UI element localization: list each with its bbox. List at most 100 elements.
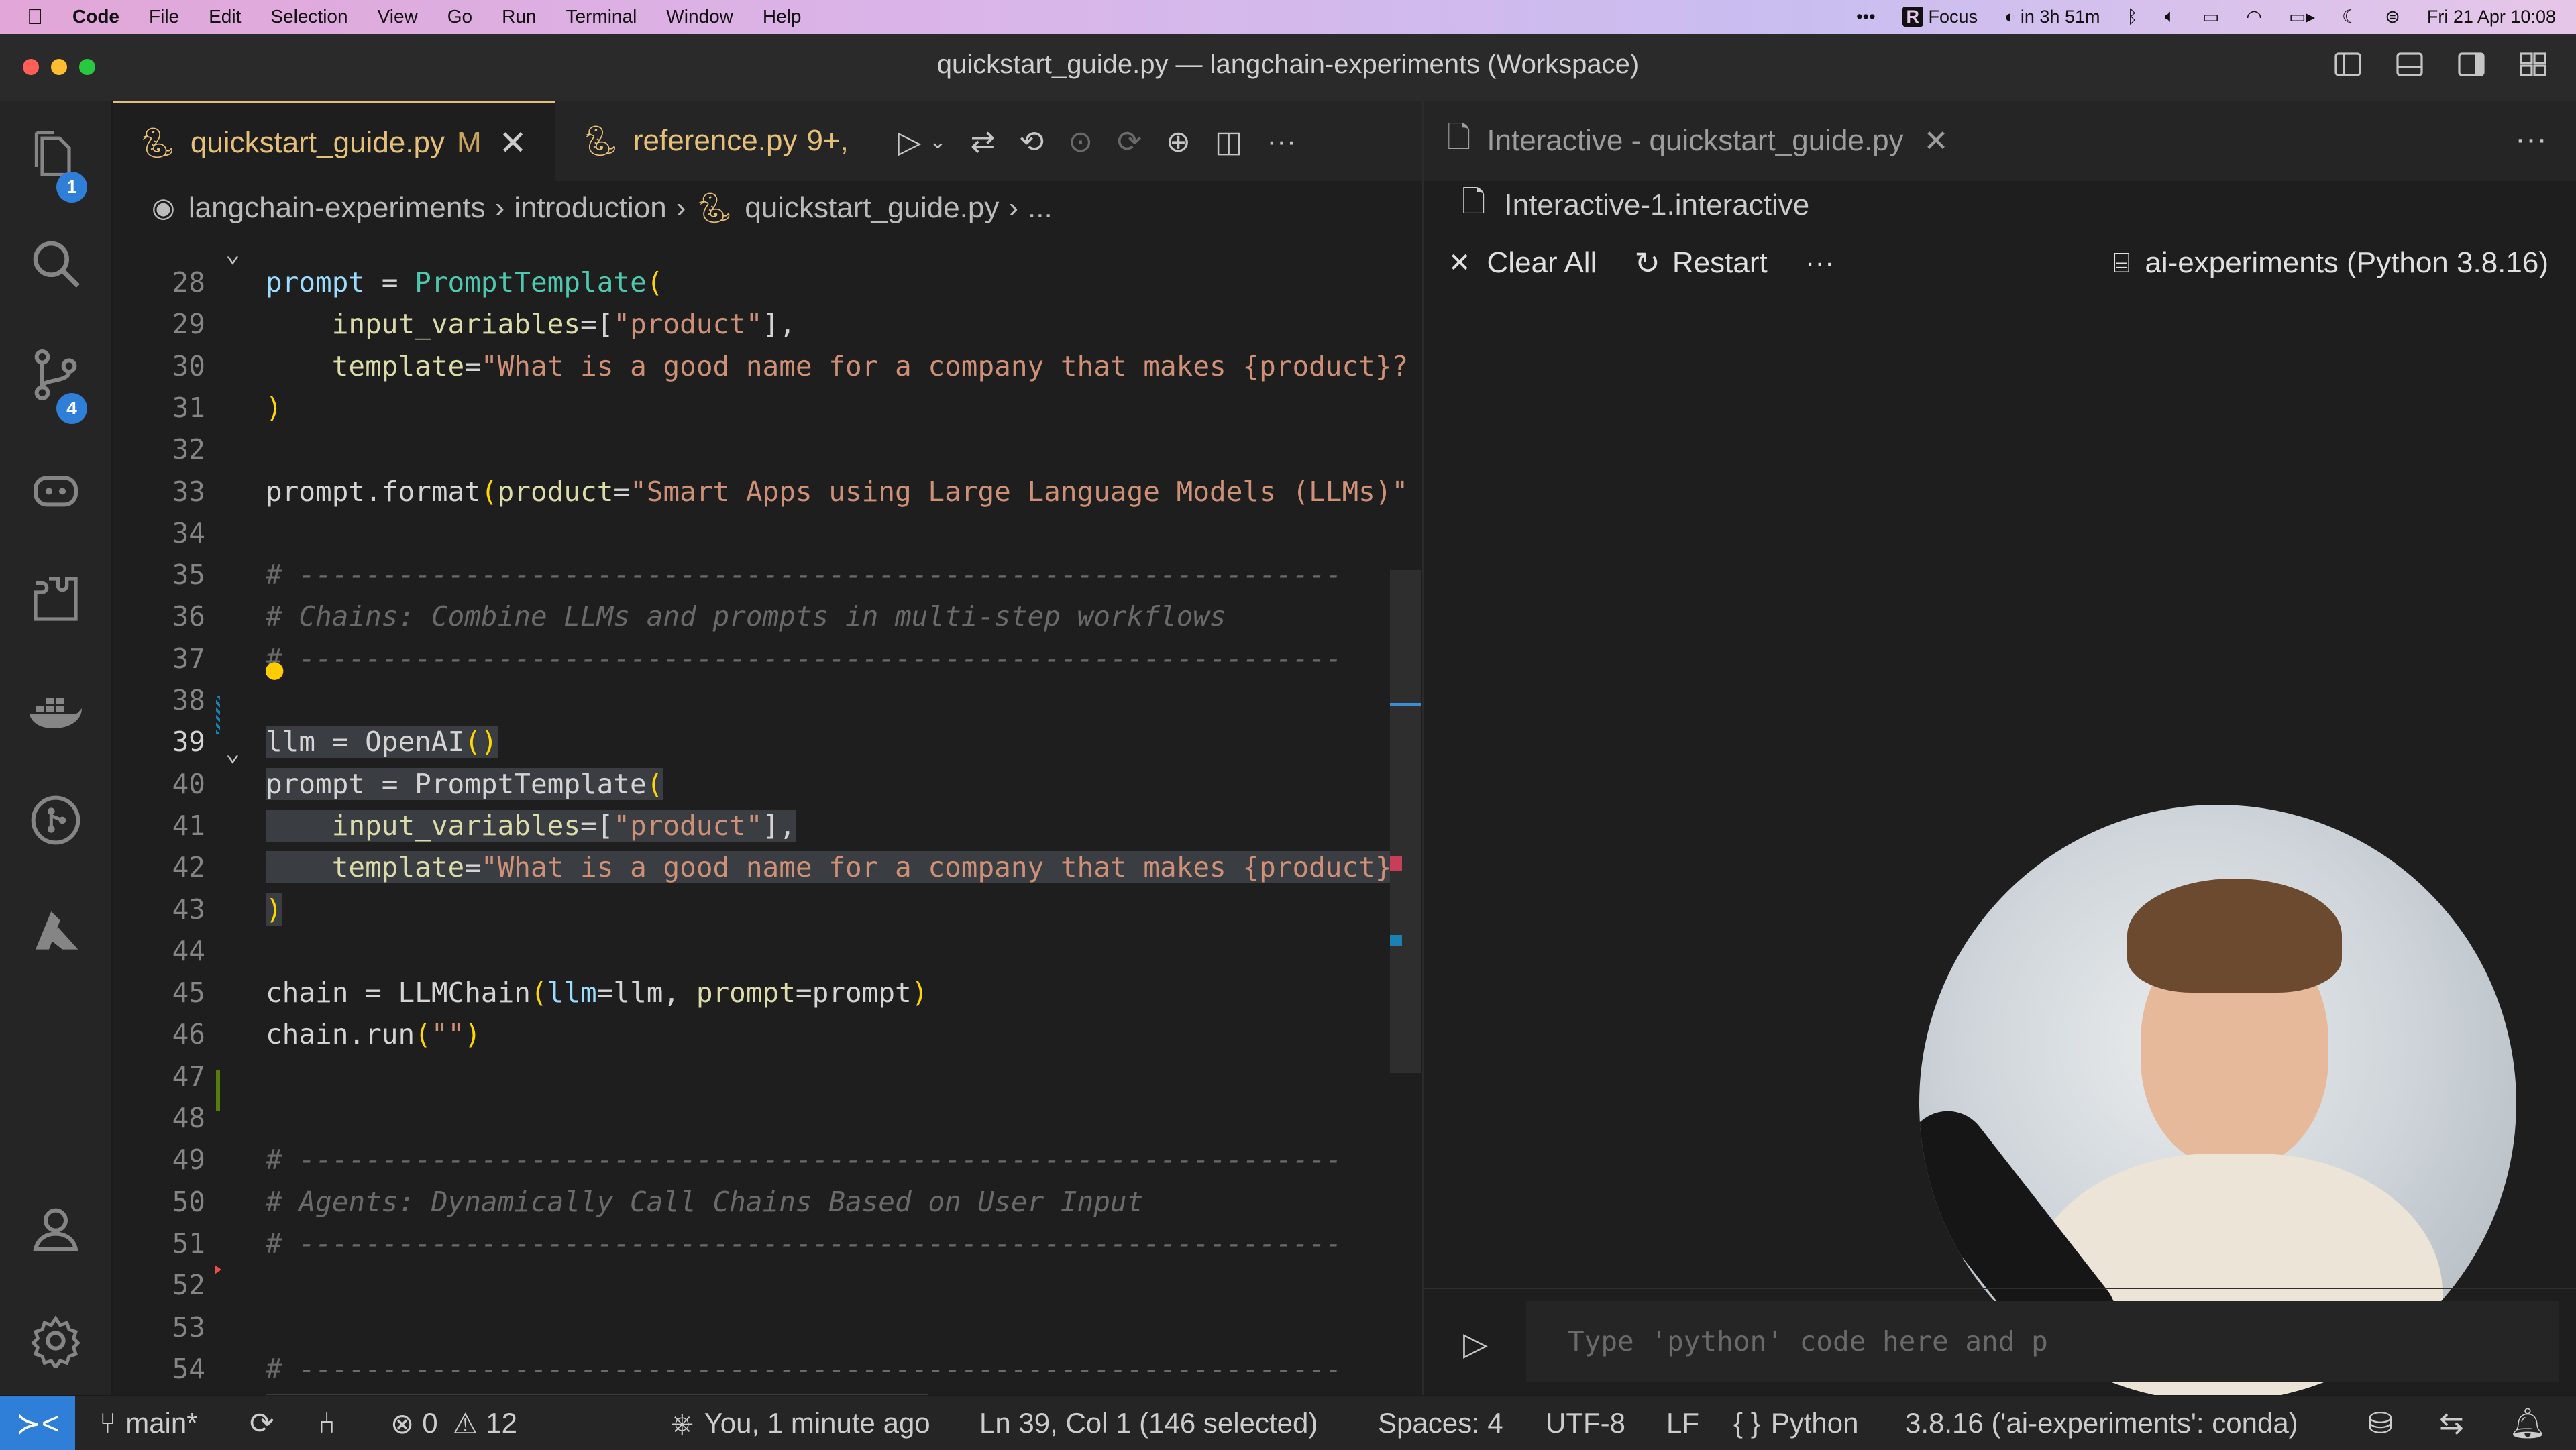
code-line[interactable]: 40 prompt = PromptTemplate( xyxy=(113,763,1422,805)
breadcrumb-symbol[interactable]: ... xyxy=(1028,191,1053,225)
cursor-position[interactable]: Ln 39, Col 1 (146 selected) xyxy=(979,1396,1318,1450)
focus-item[interactable]: R Focus xyxy=(1902,6,1978,27)
branch-status[interactable]: ⑂ main* xyxy=(99,1396,198,1450)
indentation-status[interactable]: Spaces: 4 xyxy=(1378,1396,1503,1450)
code-line[interactable]: 44 xyxy=(113,930,1422,972)
menu-file[interactable]: File xyxy=(149,6,179,27)
code-line[interactable]: 37 # ------------------------------------… xyxy=(113,638,1422,679)
gitlens-icon[interactable]: ⊕ xyxy=(1166,125,1191,159)
code-line[interactable]: 48 xyxy=(113,1097,1422,1139)
kernel-picker[interactable]: ai-experiments (Python 3.8.16) xyxy=(2145,246,2548,280)
run-python-icon[interactable]: ▷ xyxy=(898,123,921,160)
code-line[interactable]: 51 # ------------------------------------… xyxy=(113,1223,1422,1264)
breadcrumb-root[interactable]: langchain-experiments xyxy=(189,191,486,225)
fold-chevron-icon[interactable]: ⌄ xyxy=(225,240,240,268)
tab-quickstart-guide[interactable]: 🐍︎ quickstart_guide.py M ✕ xyxy=(113,101,555,183)
toggle-primary-sidebar-icon[interactable] xyxy=(2332,48,2364,80)
tab-interactive[interactable]: 🗋 Interactive - quickstart_guide.py ✕ xyxy=(1424,101,2008,181)
restart-button[interactable]: Restart xyxy=(1672,246,1768,280)
close-tab-icon[interactable]: ✕ xyxy=(1924,124,1949,158)
code-line[interactable]: 38 xyxy=(113,679,1422,721)
menu-run[interactable]: Run xyxy=(502,6,536,27)
control-center-icon[interactable]: ⊜ xyxy=(2385,7,2400,27)
timeline-dot-icon[interactable]: ⊙ xyxy=(1068,125,1093,159)
interpreter-status[interactable]: 3.8.16 ('ai-experiments': conda) xyxy=(1905,1396,2298,1450)
datetime[interactable]: Fri 21 Apr 10:08 xyxy=(2427,7,2556,27)
code-line[interactable]: 35 # ------------------------------------… xyxy=(113,554,1422,596)
toggle-secondary-sidebar-icon[interactable] xyxy=(2455,48,2487,80)
docker-icon[interactable] xyxy=(27,681,85,739)
code-line[interactable]: 29 input_variables=["product"], xyxy=(113,303,1422,345)
code-line[interactable]: 34 xyxy=(113,512,1422,554)
code-line[interactable]: 42 template="What is a good name for a c… xyxy=(113,846,1422,888)
code-line[interactable]: 32 xyxy=(113,429,1422,470)
clear-all-button[interactable]: Clear All xyxy=(1487,246,1597,280)
git-graph-icon[interactable] xyxy=(27,791,85,849)
battery-icon[interactable]: ▭▸ xyxy=(2289,7,2315,27)
go-back-icon[interactable]: ⟲ xyxy=(1019,125,1044,159)
menu-app-name[interactable]: Code xyxy=(72,6,119,27)
moon-icon[interactable]: ☾ xyxy=(2342,7,2358,27)
code-line[interactable]: 46 chain.run("") xyxy=(113,1013,1422,1055)
go-forward-icon[interactable]: ⟳ xyxy=(1117,125,1142,159)
interactive-file-label[interactable]: Interactive-1.interactive xyxy=(1504,188,1809,222)
more-actions-icon[interactable]: ··· xyxy=(2515,121,2547,158)
code-line[interactable]: 36 # Chains: Combine LLMs and prompts in … xyxy=(113,596,1422,637)
azure-icon[interactable] xyxy=(27,903,85,960)
code-line[interactable]: 33 prompt.format(product="Smart Apps usin… xyxy=(113,471,1422,512)
code-line[interactable]: 39 llm = OpenAI() xyxy=(113,721,1422,763)
menu-go[interactable]: Go xyxy=(447,6,472,27)
menu-window[interactable]: Window xyxy=(666,6,733,27)
encoding-status[interactable]: UTF-8 xyxy=(1546,1396,1625,1450)
database-icon[interactable]: ⛁ xyxy=(2368,1396,2393,1450)
eol-status[interactable]: LF xyxy=(1666,1396,1699,1450)
open-changes-icon[interactable]: ⇄ xyxy=(971,125,996,159)
code-editor[interactable]: 28 prompt = PromptTemplate(29 input_varia… xyxy=(113,235,1422,1427)
tab-reference[interactable]: 🐍︎ reference.py 9+, xyxy=(569,101,851,181)
wifi-icon[interactable]: ◠ xyxy=(2246,7,2262,27)
remote-indicator[interactable]: ≻< xyxy=(0,1396,75,1450)
lightbulb-icon[interactable]: ● xyxy=(266,652,284,686)
language-mode[interactable]: { } Python xyxy=(1733,1396,1859,1450)
code-line[interactable]: 41 input_variables=["product"], xyxy=(113,805,1422,846)
volume-icon[interactable]: 🔈︎ xyxy=(2165,6,2176,27)
customize-layout-icon[interactable] xyxy=(2517,48,2549,80)
menu-terminal[interactable]: Terminal xyxy=(566,6,637,27)
run-dropdown-chevron-icon[interactable]: ⌄ xyxy=(929,130,946,154)
accounts-icon[interactable] xyxy=(27,1201,85,1258)
toggle-panel-icon[interactable] xyxy=(2394,48,2426,80)
git-blame-status[interactable]: ⎈ You, 1 minute ago xyxy=(671,1396,930,1450)
menu-help[interactable]: Help xyxy=(763,6,802,27)
code-line[interactable]: 50 # Agents: Dynamically Call Chains Base… xyxy=(113,1181,1422,1223)
python-input-box[interactable]: Type 'python' code here and p xyxy=(1526,1301,2559,1382)
clear-all-icon[interactable]: ✕ xyxy=(1448,247,1471,278)
menu-view[interactable]: View xyxy=(378,6,418,27)
sync-icon[interactable]: ⟳ xyxy=(250,1396,274,1450)
close-tab-icon[interactable]: ✕ xyxy=(499,123,527,162)
git-graph-status-icon[interactable]: ⑃ xyxy=(318,1396,335,1450)
menu-edit[interactable]: Edit xyxy=(209,6,241,27)
code-line[interactable]: 45 chain = LLMChain(llm=llm, prompt=promp… xyxy=(113,972,1422,1013)
code-line[interactable]: 54 # ------------------------------------… xyxy=(113,1348,1422,1390)
code-line[interactable]: 47 xyxy=(113,1056,1422,1097)
notifications-bell-icon[interactable]: 🔔︎ xyxy=(2509,1396,2546,1450)
code-line[interactable]: 43) xyxy=(113,889,1422,930)
code-line[interactable]: 31) xyxy=(113,387,1422,429)
editor-scrollbar[interactable] xyxy=(1390,570,1421,1073)
more-actions-icon[interactable]: ··· xyxy=(1267,125,1296,158)
toolbar-more-button[interactable]: ··· xyxy=(1805,246,1835,280)
code-line[interactable]: 28 prompt = PromptTemplate( xyxy=(113,262,1422,303)
live-share-icon[interactable]: ⇆ xyxy=(2439,1396,2464,1450)
split-editor-icon[interactable]: ◫ xyxy=(1215,125,1243,159)
bluetooth-icon[interactable]: ᛒ xyxy=(2127,7,2137,27)
breadcrumb-folder[interactable]: introduction xyxy=(514,191,666,225)
settings-gear-icon[interactable] xyxy=(27,1312,85,1370)
code-line[interactable]: 30 template="What is a good name for a c… xyxy=(113,345,1422,387)
timer-item[interactable]: ◐ in 3h 51m xyxy=(2004,7,2100,27)
apple-icon[interactable]:  xyxy=(27,5,43,30)
problems-status[interactable]: ⊗ 0 ⚠ 12 xyxy=(390,1396,517,1450)
restart-icon[interactable]: ↻ xyxy=(1634,245,1660,281)
execute-input-icon[interactable]: ▷ xyxy=(1463,1325,1488,1363)
fold-chevron-icon[interactable]: ⌄ xyxy=(225,739,240,767)
code-line[interactable]: 52 xyxy=(113,1264,1422,1306)
